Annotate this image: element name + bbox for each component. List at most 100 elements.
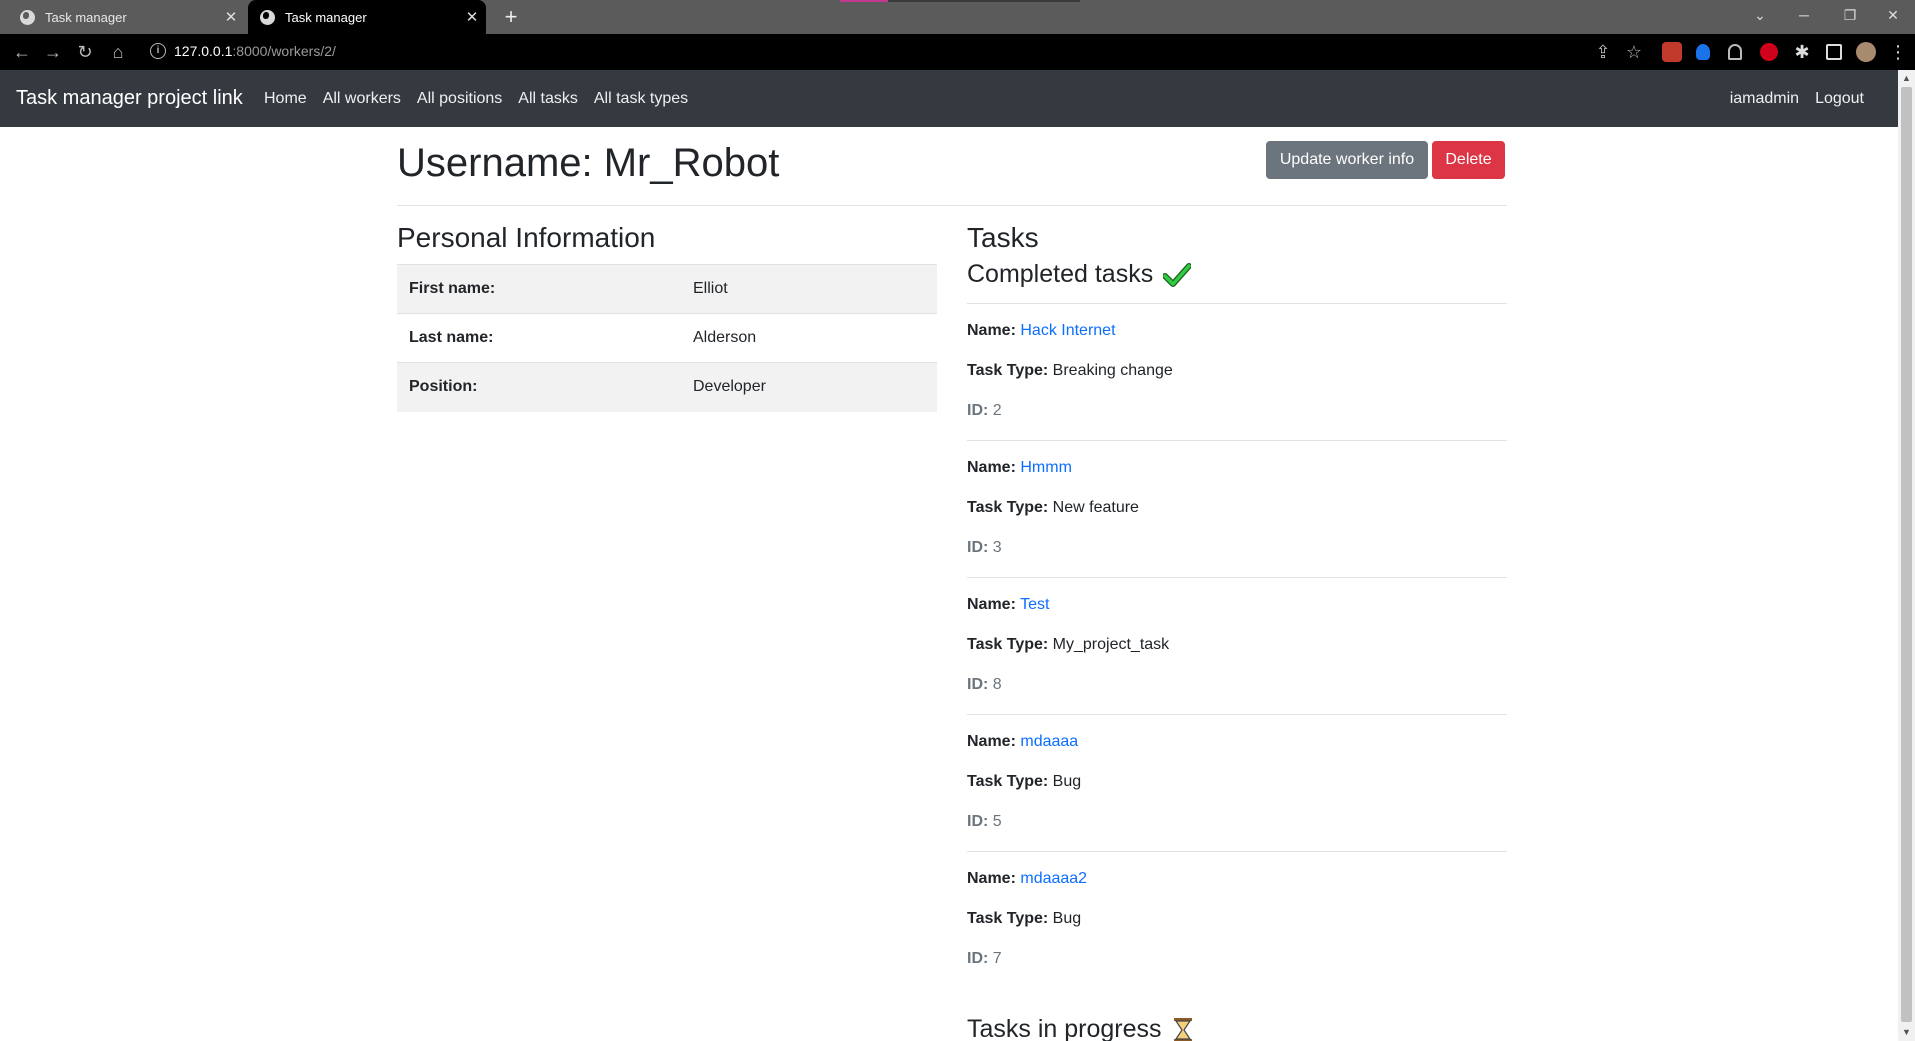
nav-user-area: iamadmin Logout	[1730, 90, 1864, 108]
task-type-value: Bug	[1052, 773, 1082, 790]
table-row: First name: Elliot	[397, 264, 937, 314]
extensions-puzzle-icon[interactable]: ✱	[1788, 38, 1816, 66]
task-id-label: ID:	[967, 402, 989, 419]
table-row: Last name: Alderson	[397, 313, 937, 363]
tasks-in-progress-heading: Tasks in progress	[967, 1015, 1194, 1041]
task-name-label: Name:	[967, 733, 1016, 750]
site-info-icon[interactable]: i	[150, 43, 166, 59]
restore-icon[interactable]: ❐	[1827, 0, 1873, 30]
task-name-link[interactable]: Test	[1020, 596, 1049, 613]
check-mark-icon	[1163, 262, 1192, 287]
close-tab-icon[interactable]: ✕	[458, 8, 486, 26]
task-id-value: 5	[992, 813, 1002, 830]
tab-title: Task manager	[285, 9, 367, 25]
nav-links: Home All workers All positions All tasks…	[264, 90, 688, 108]
shield-extension-icon[interactable]	[1696, 44, 1710, 60]
nav-home[interactable]: Home	[264, 90, 307, 108]
app-navbar: Task manager project link Home All worke…	[0, 70, 1898, 127]
task-type-label: Task Type:	[967, 773, 1049, 790]
task-type-value: Breaking change	[1052, 362, 1173, 379]
task-id-value: 8	[992, 676, 1002, 693]
task-id-label: ID:	[967, 676, 989, 693]
globe-icon	[260, 9, 275, 25]
adblock-icon[interactable]	[1760, 43, 1778, 61]
main-content: Username: Mr_Robot Update worker info De…	[397, 127, 1507, 1041]
task-name-link[interactable]: mdaaaa2	[1020, 870, 1087, 887]
delete-button[interactable]: Delete	[1432, 141, 1505, 179]
task-id-label: ID:	[967, 539, 989, 556]
share-icon[interactable]: ⇪	[1589, 38, 1617, 66]
task-id-label: ID:	[967, 813, 989, 830]
bell-extension-icon[interactable]	[1728, 44, 1742, 60]
task-name-link[interactable]: Hack Internet	[1020, 322, 1115, 339]
completed-tasks-label: Completed tasks	[967, 260, 1154, 288]
forward-icon[interactable]: →	[39, 38, 67, 66]
task-id-value: 7	[992, 950, 1002, 967]
task-type-label: Task Type:	[967, 499, 1049, 516]
task-type-label: Task Type:	[967, 636, 1049, 653]
tab-group-indicator	[840, 0, 1080, 2]
task-name-link[interactable]: Hmmm	[1020, 459, 1072, 476]
address-bar[interactable]: i 127.0.0.1:8000/workers/2/	[140, 40, 1640, 64]
personal-info-section: Personal Information First name: Elliot …	[397, 222, 937, 412]
list-item: Name: mdaaaa2 Task Type: Bug ID: 7	[967, 851, 1507, 988]
hourglass-icon	[1173, 1017, 1192, 1041]
close-tab-icon[interactable]: ✕	[217, 8, 245, 26]
task-type-label: Task Type:	[967, 910, 1049, 927]
scroll-down-icon[interactable]: ▼	[1898, 1024, 1915, 1041]
tab-search-icon[interactable]: ⌄	[1737, 0, 1783, 30]
task-type-value: Bug	[1052, 910, 1082, 927]
browser-tab-2[interactable]: Task manager ✕	[248, 0, 486, 34]
reload-icon[interactable]: ↻	[71, 38, 99, 66]
scrollbar-thumb[interactable]	[1901, 87, 1912, 1022]
last-name-value: Alderson	[681, 313, 937, 363]
nav-all-workers[interactable]: All workers	[323, 90, 401, 108]
list-item: Name: Hmmm Task Type: New feature ID: 3	[967, 440, 1507, 577]
browser-tab-1[interactable]: Task manager ✕	[0, 0, 245, 34]
menu-kebab-icon[interactable]: ⋮	[1884, 38, 1912, 66]
task-name-link[interactable]: mdaaaa	[1020, 733, 1078, 750]
position-value: Developer	[681, 362, 937, 412]
bookmark-star-icon[interactable]: ☆	[1620, 38, 1648, 66]
tasks-heading: Tasks	[967, 222, 1039, 253]
scroll-up-icon[interactable]: ▲	[1898, 70, 1915, 87]
nav-all-task-types[interactable]: All task types	[594, 90, 688, 108]
nav-all-positions[interactable]: All positions	[417, 90, 502, 108]
task-name-label: Name:	[967, 596, 1016, 613]
mail-extension-icon[interactable]	[1662, 42, 1682, 62]
globe-icon	[20, 9, 35, 25]
tab-title: Task manager	[45, 9, 127, 25]
first-name-value: Elliot	[681, 264, 937, 314]
list-item: Name: Test Task Type: My_project_task ID…	[967, 577, 1507, 714]
task-name-label: Name:	[967, 322, 1016, 339]
page-title: Username: Mr_Robot	[397, 141, 780, 185]
first-name-label: First name:	[397, 264, 681, 314]
minimize-icon[interactable]: ─	[1781, 0, 1827, 30]
completed-task-list: Name: Hack Internet Task Type: Breaking …	[967, 303, 1507, 988]
profile-avatar[interactable]	[1856, 42, 1876, 62]
list-item: Name: Hack Internet Task Type: Breaking …	[967, 303, 1507, 440]
position-label: Position:	[397, 362, 681, 412]
task-type-label: Task Type:	[967, 362, 1049, 379]
task-type-value: My_project_task	[1052, 636, 1170, 653]
back-icon[interactable]: ←	[8, 38, 36, 66]
update-worker-button[interactable]: Update worker info	[1266, 141, 1428, 179]
home-icon[interactable]: ⌂	[104, 38, 132, 66]
tasks-section: Tasks Completed tasks Name: Hack Interne…	[967, 222, 1507, 988]
task-name-label: Name:	[967, 870, 1016, 887]
brand-link[interactable]: Task manager project link	[16, 87, 243, 110]
task-name-label: Name:	[967, 459, 1016, 476]
completed-tasks-heading: Completed tasks	[967, 260, 1507, 289]
nav-username[interactable]: iamadmin	[1730, 90, 1799, 108]
browser-tab-bar: Task manager ✕ Task manager ✕ + ⌄ ─ ❐ ✕	[0, 0, 1915, 34]
new-tab-button[interactable]: +	[498, 4, 524, 30]
personal-info-heading: Personal Information	[397, 222, 656, 253]
nav-logout[interactable]: Logout	[1815, 90, 1864, 108]
close-window-icon[interactable]: ✕	[1870, 0, 1915, 30]
nav-all-tasks[interactable]: All tasks	[518, 90, 578, 108]
url-text: 127.0.0.1:8000/workers/2/	[174, 43, 336, 59]
page-scrollbar[interactable]: ▲ ▼	[1898, 70, 1915, 1041]
table-row: Position: Developer	[397, 362, 937, 412]
tasks-in-progress-label: Tasks in progress	[967, 1015, 1162, 1041]
side-panel-icon[interactable]	[1826, 44, 1842, 60]
